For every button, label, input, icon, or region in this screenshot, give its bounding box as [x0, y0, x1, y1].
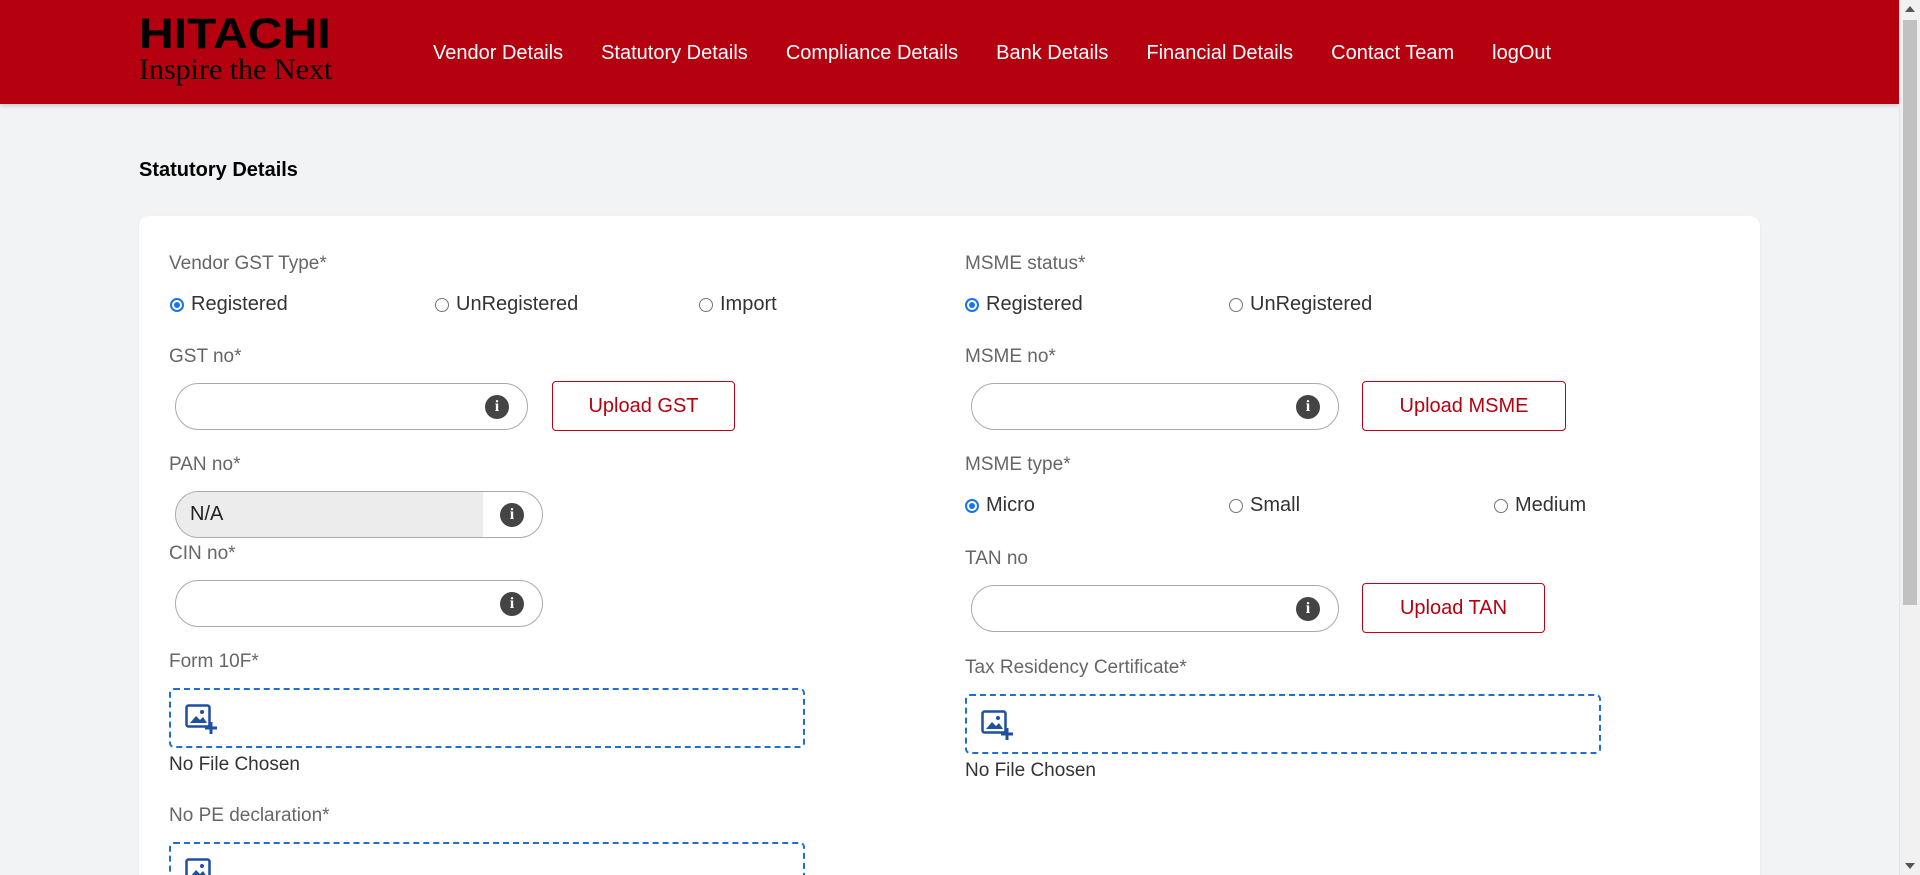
page-title: Statutory Details	[139, 159, 298, 181]
tan-no-field: i	[971, 585, 1339, 632]
gst-type-registered-radio[interactable]: Registered	[170, 293, 288, 316]
upload-msme-button[interactable]: Upload MSME	[1362, 381, 1566, 431]
nav-logout[interactable]: logOut	[1492, 42, 1551, 65]
form-10f-dropzone[interactable]	[169, 688, 805, 748]
radio-unchecked-icon	[1229, 297, 1243, 312]
tax-residency-file-status: No File Chosen	[965, 760, 1096, 781]
radio-unchecked-icon	[435, 297, 449, 312]
msme-no-label: MSME no*	[965, 346, 1056, 367]
hitachi-logo[interactable]: HITACHI Inspire the Next	[139, 13, 333, 86]
tan-no-input[interactable]	[972, 586, 1338, 631]
scrollbar-thumb[interactable]	[1903, 20, 1917, 605]
msme-status-registered-radio[interactable]: Registered	[965, 293, 1083, 316]
upload-tan-button[interactable]: Upload TAN	[1362, 583, 1545, 633]
gst-type-unregistered-radio[interactable]: UnRegistered	[435, 293, 578, 316]
nav-contact-team[interactable]: Contact Team	[1331, 42, 1454, 65]
no-pe-declaration-dropzone[interactable]	[169, 842, 805, 875]
radio-label: Micro	[986, 494, 1035, 516]
pan-no-input[interactable]	[176, 492, 542, 537]
radio-label: Small	[1250, 494, 1301, 516]
msme-status-label: MSME status*	[965, 253, 1086, 274]
radio-unchecked-icon	[699, 297, 713, 312]
no-pe-declaration-label: No PE declaration*	[169, 805, 330, 826]
info-icon[interactable]: i	[1296, 395, 1320, 419]
nav-links: Vendor Details Statutory Details Complia…	[433, 42, 1589, 65]
msme-type-small-radio[interactable]: Small	[1229, 494, 1300, 517]
gst-type-import-radio[interactable]: Import	[699, 293, 777, 316]
statutory-form-card: Vendor GST Type* Registered UnRegistered…	[139, 216, 1760, 875]
form-10f-label: Form 10F*	[169, 651, 259, 672]
msme-status-unregistered-radio[interactable]: UnRegistered	[1229, 293, 1372, 316]
nav-bank-details[interactable]: Bank Details	[996, 42, 1108, 65]
gst-no-input[interactable]	[176, 384, 527, 429]
gst-no-field: i	[175, 383, 528, 430]
radio-label: Medium	[1515, 494, 1587, 516]
cin-no-field: i	[175, 580, 543, 627]
nav-vendor-details[interactable]: Vendor Details	[433, 42, 563, 65]
radio-label: Registered	[191, 293, 288, 315]
scroll-up-arrow-icon[interactable]	[1905, 6, 1915, 12]
radio-unchecked-icon	[1229, 498, 1243, 513]
msme-type-micro-radio[interactable]: Micro	[965, 494, 1035, 517]
tax-residency-certificate-dropzone[interactable]	[965, 694, 1601, 754]
radio-checked-icon	[965, 297, 979, 312]
tax-residency-certificate-label: Tax Residency Certificate*	[965, 657, 1187, 678]
pan-no-field: i	[175, 491, 543, 538]
cin-no-input[interactable]	[176, 581, 542, 626]
radio-checked-icon	[170, 297, 184, 312]
nav-compliance-details[interactable]: Compliance Details	[786, 42, 958, 65]
vendor-gst-type-label: Vendor GST Type*	[169, 253, 327, 274]
radio-unchecked-icon	[1494, 498, 1508, 513]
pan-no-label: PAN no*	[169, 454, 241, 475]
msme-no-input[interactable]	[972, 384, 1338, 429]
info-icon[interactable]: i	[1296, 597, 1320, 621]
add-image-icon	[185, 704, 217, 734]
logo-wordmark: HITACHI	[139, 10, 331, 58]
radio-label: Import	[720, 293, 777, 315]
logo-tagline: Inspire the Next	[139, 53, 333, 86]
radio-label: UnRegistered	[1250, 293, 1373, 315]
nav-financial-details[interactable]: Financial Details	[1146, 42, 1293, 65]
info-icon[interactable]: i	[500, 592, 524, 616]
info-icon[interactable]: i	[500, 503, 524, 527]
vertical-scrollbar[interactable]	[1899, 0, 1920, 875]
add-image-icon	[185, 858, 211, 875]
cin-no-label: CIN no*	[169, 543, 236, 564]
msme-no-field: i	[971, 383, 1339, 430]
info-icon[interactable]: i	[485, 395, 509, 419]
form-10f-file-status: No File Chosen	[169, 754, 300, 775]
scroll-down-arrow-icon[interactable]	[1905, 863, 1915, 869]
nav-statutory-details[interactable]: Statutory Details	[601, 42, 748, 65]
tan-no-label: TAN no	[965, 548, 1029, 569]
gst-no-label: GST no*	[169, 346, 242, 367]
radio-label: UnRegistered	[456, 293, 579, 315]
top-navbar: HITACHI Inspire the Next Vendor Details …	[0, 0, 1899, 104]
upload-gst-button[interactable]: Upload GST	[552, 381, 735, 431]
msme-type-label: MSME type*	[965, 454, 1071, 475]
radio-label: Registered	[986, 293, 1083, 315]
add-image-icon	[981, 710, 1013, 740]
radio-checked-icon	[965, 498, 979, 513]
msme-type-medium-radio[interactable]: Medium	[1494, 494, 1586, 517]
